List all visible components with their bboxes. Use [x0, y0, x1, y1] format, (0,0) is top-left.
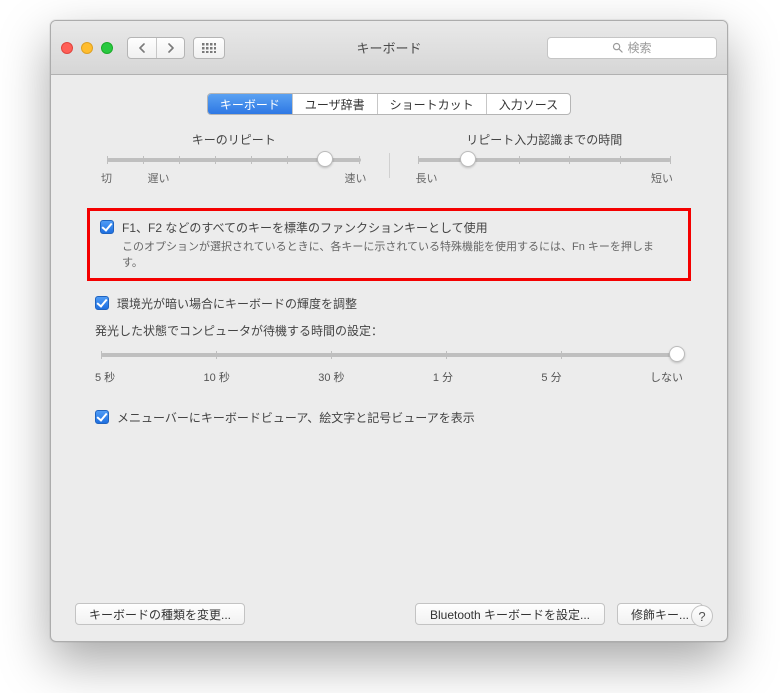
zoom-window-button[interactable]	[101, 42, 113, 54]
window-controls	[61, 42, 113, 54]
backlight-idle-tick-labels: 5 秒 10 秒 30 秒 1 分 5 分 しない	[95, 369, 683, 385]
key-repeat-label: キーのリピート	[97, 131, 371, 148]
tabs-row: キーボード ユーザ辞書 ショートカット 入力ソース	[51, 75, 727, 127]
nav-forward-button[interactable]	[156, 38, 184, 58]
scale-fast: 速い	[344, 170, 366, 186]
show-all-button[interactable]	[193, 37, 225, 59]
titlebar: キーボード 検索	[51, 21, 727, 75]
tick-30s: 30 秒	[318, 369, 344, 385]
backlight-idle-label: 発光した状態でコンピュータが待機する時間の設定：	[95, 322, 683, 339]
key-repeat-knob[interactable]	[317, 151, 333, 167]
search-icon	[612, 42, 623, 53]
change-keyboard-type-button[interactable]: キーボードの種類を変更...	[75, 603, 245, 625]
tick-1m: 1 分	[433, 369, 453, 385]
show-viewer-label: メニューバーにキーボードビューア、絵文字と記号ビューアを表示	[117, 409, 475, 426]
scale-long: 長い	[416, 170, 438, 186]
delay-knob[interactable]	[460, 151, 476, 167]
tab-input-sources[interactable]: 入力ソース	[486, 94, 570, 114]
key-repeat-section: キーのリピート 切 遅い . . . 速い	[79, 131, 389, 186]
bottom-button-row: キーボードの種類を変更... Bluetooth キーボードを設定... 修飾キ…	[51, 587, 727, 641]
delay-label: リピート入力認識までの時間	[408, 131, 682, 148]
search-field[interactable]: 検索	[547, 37, 717, 59]
delay-slider[interactable]	[418, 158, 672, 162]
close-window-button[interactable]	[61, 42, 73, 54]
preferences-window: キーボード 検索 キーボード ユーザ辞書 ショートカット 入力ソース キーのリピ…	[50, 20, 728, 642]
backlight-adjust-label: 環境光が暗い場合にキーボードの輝度を調整	[117, 295, 357, 312]
nav-back-forward	[127, 37, 185, 59]
key-repeat-slider[interactable]	[107, 158, 361, 162]
scale-off: 切	[101, 170, 112, 186]
delay-section: リピート入力認識までの時間 長い 短い	[390, 131, 700, 186]
show-viewer-checkbox[interactable]	[95, 410, 109, 424]
tab-shortcuts[interactable]: ショートカット	[377, 94, 486, 114]
window-title: キーボード	[356, 38, 421, 57]
bluetooth-keyboard-button[interactable]: Bluetooth キーボードを設定...	[415, 603, 605, 625]
minimize-window-button[interactable]	[81, 42, 93, 54]
nav-back-button[interactable]	[128, 38, 156, 58]
fn-keys-checkbox[interactable]	[100, 220, 114, 234]
scale-short: 短い	[651, 170, 673, 186]
search-placeholder: 検索	[627, 39, 651, 56]
tick-5s: 5 秒	[95, 369, 115, 385]
fn-keys-label: F1、F2 などのすべてのキーを標準のファンクションキーとして使用	[122, 219, 488, 236]
content-area: キーのリピート 切 遅い . . . 速い リピート入力認識までの時間	[51, 127, 727, 587]
tab-user-dictionary[interactable]: ユーザ辞書	[292, 94, 377, 114]
backlight-adjust-checkbox[interactable]	[95, 296, 109, 310]
backlight-idle-knob[interactable]	[669, 346, 685, 362]
tab-keyboard[interactable]: キーボード	[208, 94, 292, 114]
fn-keys-description: このオプションが選択されているときに、各キーに示されている特殊機能を使用するには…	[122, 240, 662, 272]
scale-slow: 遅い	[147, 170, 169, 186]
tabs: キーボード ユーザ辞書 ショートカット 入力ソース	[207, 93, 571, 115]
backlight-idle-slider[interactable]	[101, 353, 677, 357]
help-button[interactable]: ?	[691, 605, 713, 627]
tick-never: しない	[650, 369, 683, 385]
tick-5m: 5 分	[541, 369, 561, 385]
highlight-box: F1、F2 などのすべてのキーを標準のファンクションキーとして使用 このオプショ…	[87, 208, 691, 281]
tick-10s: 10 秒	[204, 369, 230, 385]
sliders-row: キーのリピート 切 遅い . . . 速い リピート入力認識までの時間	[79, 131, 699, 186]
